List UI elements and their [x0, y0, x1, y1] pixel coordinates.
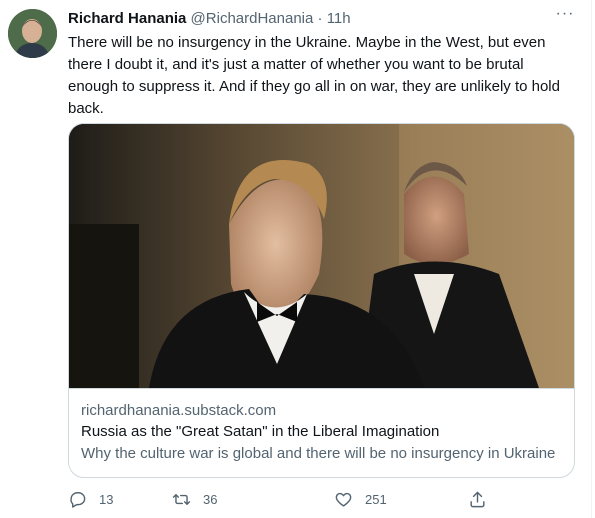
avatar[interactable] — [8, 9, 57, 58]
separator-dot: · — [317, 10, 323, 27]
author-name[interactable]: Richard Hanania — [68, 10, 186, 27]
retweet-icon — [172, 493, 191, 505]
tweet[interactable]: Richard Hanania @RichardHanania · 11h ··… — [0, 0, 592, 518]
like-button[interactable]: 251 — [334, 487, 387, 511]
heart-icon — [335, 492, 352, 507]
card-photo — [69, 124, 574, 388]
reply-count: 13 — [99, 491, 114, 507]
reply-icon — [70, 491, 86, 508]
card-title: Russia as the "Great Satan" in the Liber… — [81, 423, 440, 440]
share-icon — [470, 491, 485, 507]
tweet-actions: 13 36 251 — [62, 487, 502, 511]
link-card[interactable]: richardhanania.substack.com Russia as th… — [68, 123, 575, 478]
card-image — [69, 124, 574, 388]
reply-button[interactable]: 13 — [68, 487, 113, 511]
card-body: richardhanania.substack.com Russia as th… — [69, 388, 574, 477]
author-handle[interactable]: @RichardHanania — [191, 10, 314, 27]
more-horizontal-icon[interactable]: ··· — [555, 6, 575, 26]
retweet-button[interactable]: 36 — [172, 487, 217, 511]
tweet-text: There will be no insurgency in the Ukrai… — [68, 34, 560, 117]
tweet-header: Richard Hanania @RichardHanania · 11h — [68, 9, 571, 29]
avatar-image — [8, 9, 57, 58]
card-domain: richardhanania.substack.com — [81, 402, 277, 419]
share-button[interactable] — [468, 487, 487, 511]
card-description: Why the culture war is global and there … — [81, 445, 556, 462]
like-count: 251 — [365, 491, 387, 507]
retweet-count: 36 — [203, 491, 218, 507]
tweet-time[interactable]: 11h — [327, 10, 351, 27]
